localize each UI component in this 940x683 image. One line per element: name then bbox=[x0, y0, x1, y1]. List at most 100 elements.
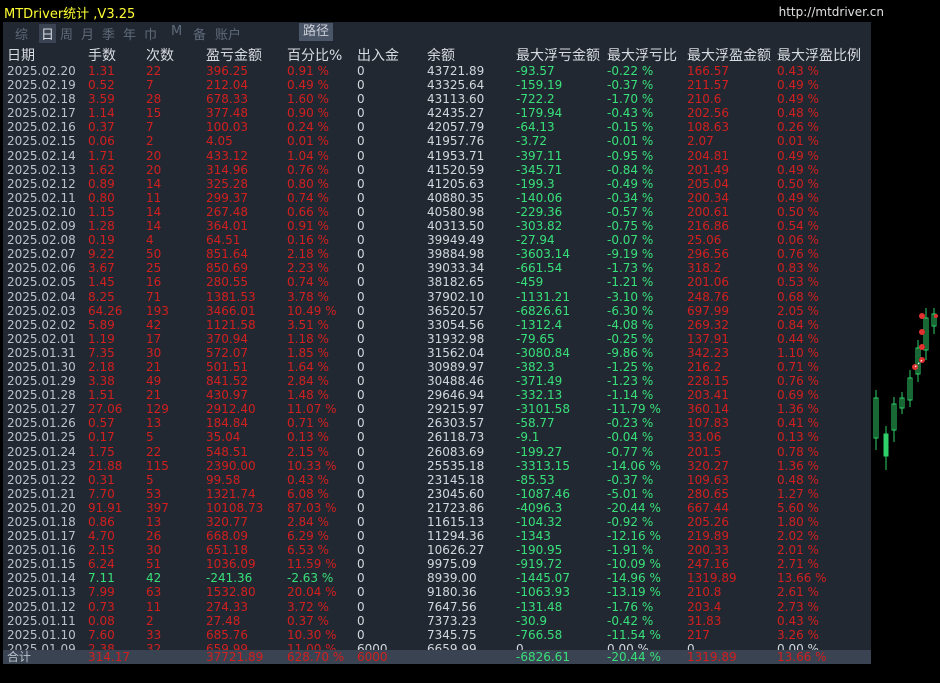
table-row[interactable]: 2025.01.31 7.35 30 572.07 1.85 % 0 31562.04 -30… bbox=[3, 346, 871, 360]
cell-1: 7.60 bbox=[88, 627, 115, 642]
table-row[interactable]: 2025.01.22 0.31 5 99.58 0.43 % 0 23145.18 -85.5… bbox=[3, 473, 871, 487]
tab-4[interactable]: 季 bbox=[102, 24, 115, 43]
table-row[interactable]: 2025.01.28 1.51 21 430.97 1.48 % 0 29646.94 -33… bbox=[3, 388, 871, 402]
cell-0: 2025.02.14 bbox=[7, 148, 76, 163]
table-row[interactable]: 2025.02.17 1.14 15 377.48 0.90 % 0 42435.27 -17… bbox=[3, 106, 871, 120]
table-row[interactable]: 2025.01.23 21.88 115 2390.00 10.33 % 0 25535.1… bbox=[3, 459, 871, 473]
table-row[interactable]: 2025.01.29 3.38 49 841.52 2.84 % 0 30488.46 -37… bbox=[3, 374, 871, 388]
tab-1[interactable]: 日 bbox=[39, 24, 57, 43]
table-row[interactable]: 2025.01.21 7.70 53 1321.74 6.08 % 0 23045.60 -1… bbox=[3, 487, 871, 501]
website-link[interactable]: http://mtdriver.cn bbox=[779, 5, 884, 19]
table-row[interactable]: 2025.01.30 2.18 21 501.51 1.64 % 0 30989.97 -38… bbox=[3, 360, 871, 374]
tab-5[interactable]: 年 bbox=[123, 24, 136, 43]
table-row[interactable]: 2025.02.18 3.59 28 678.33 1.60 % 0 43113.60 -72… bbox=[3, 92, 871, 106]
column-header-10[interactable]: 最大浮盈比例 bbox=[777, 45, 869, 65]
table-row[interactable]: 2025.01.20 91.91 397 10108.73 87.03 % 0 21723.… bbox=[3, 501, 871, 515]
tab-7[interactable]: M bbox=[171, 24, 182, 39]
cell-7: -93.57 bbox=[516, 64, 555, 78]
cell-9: 202.56 bbox=[687, 106, 729, 121]
table-row[interactable]: 2025.01.13 7.99 63 1532.80 20.04 % 0 9180.36 -1… bbox=[3, 585, 871, 599]
tab-3[interactable]: 月 bbox=[81, 24, 94, 43]
column-header-3[interactable]: 盈亏金额 bbox=[206, 45, 286, 65]
cell-9: 216.2 bbox=[687, 359, 722, 374]
table-row[interactable]: 2025.01.10 7.60 33 685.76 10.30 % 0 7345.75 -76… bbox=[3, 628, 871, 642]
cell-10: 0.69 % bbox=[777, 388, 819, 403]
column-header-9[interactable]: 最大浮盈金额 bbox=[687, 45, 775, 65]
table-row[interactable]: 2025.01.17 4.70 26 668.09 6.29 % 0 11294.36 -13… bbox=[3, 529, 871, 543]
tab-9[interactable]: 账户 bbox=[215, 24, 241, 43]
table-row[interactable]: 2025.02.02 5.89 42 1121.58 3.51 % 0 33054.56 -1… bbox=[3, 318, 871, 332]
table-row[interactable]: 2025.02.10 1.15 14 267.48 0.66 % 0 40580.98 -22… bbox=[3, 205, 871, 219]
cell-9: 205.26 bbox=[687, 515, 729, 529]
cell-4: 0.49 % bbox=[287, 78, 329, 93]
cell-1: 8.25 bbox=[88, 289, 115, 304]
table-row[interactable]: 2025.02.01 1.19 17 370.94 1.18 % 0 31932.98 -79… bbox=[3, 332, 871, 346]
column-header-6[interactable]: 余额 bbox=[427, 45, 515, 65]
table-row[interactable]: 2025.01.12 0.73 11 274.33 3.72 % 0 7647.56 -131… bbox=[3, 600, 871, 614]
cell-1: 0.08 bbox=[88, 613, 115, 628]
table-row[interactable]: 2025.02.15 0.06 2 4.05 0.01 % 0 41957.76 -3.72 -… bbox=[3, 134, 871, 148]
table-row[interactable]: 2025.01.11 0.08 2 27.48 0.37 % 0 7373.23 -30.9 -… bbox=[3, 614, 871, 628]
cell-4: 2.84 % bbox=[287, 374, 329, 389]
cell-7: -9.1 bbox=[516, 430, 540, 445]
table-row[interactable]: 2025.02.03 64.26 193 3466.01 10.49 % 0 36520.5… bbox=[3, 304, 871, 318]
cell-8: -0.04 % bbox=[607, 430, 654, 445]
cell-5: 0 bbox=[357, 134, 365, 149]
cell-10: 0.49 % bbox=[777, 162, 819, 177]
column-header-2[interactable]: 次数 bbox=[146, 45, 204, 65]
cell-1: 27.06 bbox=[88, 402, 123, 417]
table-row[interactable]: 2025.02.13 1.62 20 314.96 0.76 % 0 41520.59 -34… bbox=[3, 163, 871, 177]
column-header-4[interactable]: 百分比% bbox=[287, 45, 355, 65]
route-button[interactable]: 路径 bbox=[299, 23, 334, 41]
cell-6: 31932.98 bbox=[427, 331, 485, 346]
cell-7: -229.36 bbox=[516, 204, 563, 219]
table-row[interactable]: 2025.02.05 1.45 16 280.55 0.74 % 0 38182.65 -45… bbox=[3, 275, 871, 289]
table-row[interactable]: 2025.01.16 2.15 30 651.18 6.53 % 0 10626.27 -19… bbox=[3, 543, 871, 557]
table-row[interactable]: 2025.01.25 0.17 5 35.04 0.13 % 0 26118.73 -9.1 -… bbox=[3, 430, 871, 444]
table-row[interactable]: 2025.01.24 1.75 22 548.51 2.15 % 0 26083.69 -19… bbox=[3, 445, 871, 459]
table-row[interactable]: 2025.02.04 8.25 71 1381.53 3.78 % 0 37902.10 -1… bbox=[3, 290, 871, 304]
table-row[interactable]: 2025.02.08 0.19 4 64.51 0.16 % 0 39949.49 -27.9… bbox=[3, 233, 871, 247]
cell-3: 396.25 bbox=[206, 64, 248, 78]
cell-6: 41957.76 bbox=[427, 134, 485, 149]
cell-3: 850.69 bbox=[206, 261, 248, 276]
table-row[interactable]: 2025.02.07 9.22 50 851.64 2.18 % 0 39884.98 -36… bbox=[3, 247, 871, 261]
tab-2[interactable]: 周 bbox=[60, 24, 73, 43]
tab-6[interactable]: 巾 bbox=[144, 24, 157, 43]
table-row[interactable]: 2025.02.11 0.80 11 299.37 0.74 % 0 40880.35 -14… bbox=[3, 191, 871, 205]
table-row[interactable]: 2025.02.16 0.37 7 100.03 0.24 % 0 42057.79 -64.… bbox=[3, 120, 871, 134]
table-row[interactable]: 2025.02.14 1.71 20 433.12 1.04 % 0 41953.71 -39… bbox=[3, 149, 871, 163]
cell-9: 320.27 bbox=[687, 458, 729, 473]
cell-10: 1.80 % bbox=[777, 515, 819, 529]
cell-0: 2025.01.26 bbox=[7, 416, 76, 431]
column-header-7[interactable]: 最大浮亏金额 bbox=[516, 45, 606, 65]
tab-0[interactable]: 综 bbox=[15, 24, 28, 43]
table-row[interactable]: 2025.02.06 3.67 25 850.69 2.23 % 0 39033.34 -66… bbox=[3, 261, 871, 275]
table-row[interactable]: 2025.02.09 1.28 14 364.01 0.91 % 0 40313.50 -30… bbox=[3, 219, 871, 233]
column-header-8[interactable]: 最大浮亏比 bbox=[607, 45, 687, 65]
table-row[interactable]: 2025.01.18 0.86 13 320.77 2.84 % 0 11615.13 -10… bbox=[3, 515, 871, 529]
cell-10: 0.76 % bbox=[777, 247, 819, 262]
cell-7: -1445.07 bbox=[516, 571, 570, 586]
cell-8: -12.16 % bbox=[607, 529, 661, 544]
table-row[interactable]: 2025.01.15 6.24 51 1036.09 11.59 % 0 9975.09 -9… bbox=[3, 557, 871, 571]
cell-10: 0.43 % bbox=[777, 64, 819, 78]
cell-2: 17 bbox=[146, 331, 162, 346]
column-header-0[interactable]: 日期 bbox=[7, 45, 87, 65]
column-header-1[interactable]: 手数 bbox=[88, 45, 144, 65]
table-row[interactable]: 2025.02.19 0.52 7 212.04 0.49 % 0 43325.64 -159… bbox=[3, 78, 871, 92]
table-row[interactable]: 2025.01.14 7.11 42 -241.36 -2.63 % 0 8939.00 -1… bbox=[3, 571, 871, 585]
cell-1: 21.88 bbox=[88, 458, 123, 473]
cell-10: 0.49 % bbox=[777, 78, 819, 93]
table-row[interactable]: 2025.01.26 0.57 13 184.84 0.71 % 0 26303.57 -58… bbox=[3, 416, 871, 430]
cell-4: 0.90 % bbox=[287, 106, 329, 121]
cell-3: 99.58 bbox=[206, 472, 241, 487]
tab-8[interactable]: 备 bbox=[193, 24, 206, 43]
table-row[interactable]: 2025.02.20 1.31 22 396.25 0.91 % 0 43721.89 -93… bbox=[3, 64, 871, 78]
cell-7: -3101.58 bbox=[516, 402, 570, 417]
table-row[interactable]: 2025.01.27 27.06 129 2912.40 11.07 % 0 29215.9… bbox=[3, 402, 871, 416]
column-header-5[interactable]: 出入金 bbox=[357, 45, 425, 65]
cell-0: 2025.01.30 bbox=[7, 359, 76, 374]
cell-3: 64.51 bbox=[206, 233, 241, 248]
table-row[interactable]: 2025.02.12 0.89 14 325.28 0.80 % 0 41205.63 -19… bbox=[3, 177, 871, 191]
